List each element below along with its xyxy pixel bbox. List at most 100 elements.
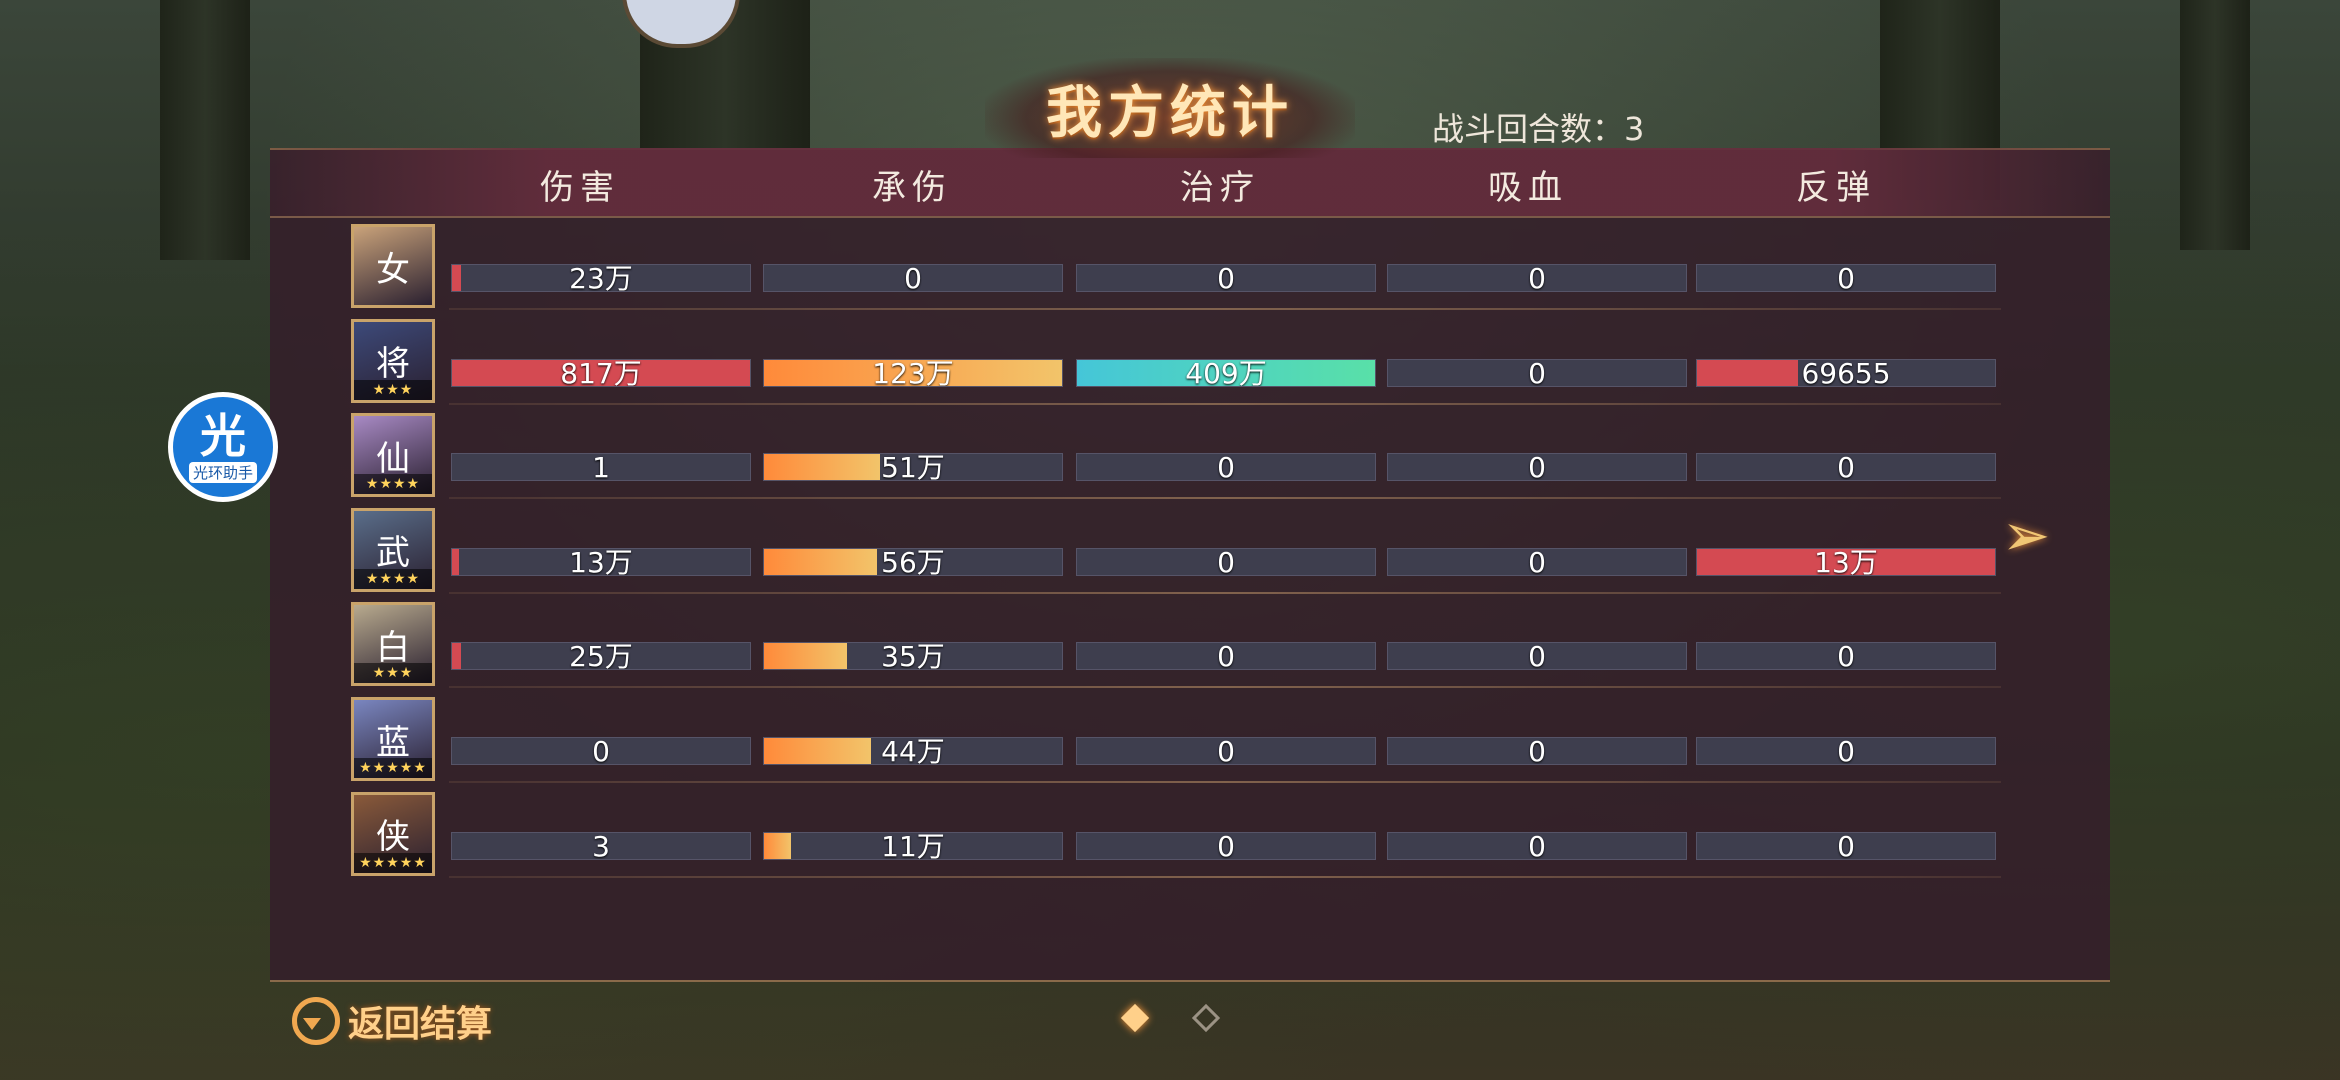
stat-bar-healing: 0	[1076, 737, 1376, 765]
background-tree	[2180, 0, 2250, 250]
hero-portrait[interactable]: 蓝 ★★★★★	[351, 697, 435, 781]
helper-icon: 光	[200, 408, 246, 463]
row-divider	[449, 402, 2001, 405]
page-title: 我方统计	[1046, 79, 1294, 146]
stat-bar-reflect: 0	[1696, 831, 1996, 860]
stat-value: 0	[1837, 831, 1855, 860]
stat-value: 0	[1528, 737, 1546, 765]
stat-value: 0	[1528, 831, 1546, 860]
return-icon	[292, 997, 340, 1045]
next-page-arrow-icon[interactable]: ➢	[1996, 500, 2056, 570]
stat-value: 0	[592, 737, 610, 765]
stat-value: 0	[904, 264, 922, 292]
stat-bar-lifesteal: 0	[1387, 453, 1687, 482]
stat-bar-reflect: 0	[1696, 264, 1996, 292]
stat-value: 409万	[1185, 358, 1267, 387]
star-rating: ★★★	[354, 663, 432, 684]
aura-helper-button[interactable]: 光 光环助手	[168, 392, 278, 502]
stat-bar-lifesteal: 0	[1387, 358, 1687, 387]
stat-value: 35万	[881, 642, 945, 671]
stat-bar-damage: 13万	[451, 547, 751, 576]
return-to-results-button[interactable]: 返回结算	[292, 994, 492, 1048]
stat-bar-healing: 0	[1076, 453, 1376, 482]
page-indicator-active[interactable]	[1120, 1003, 1150, 1033]
stat-bar-damage-taken: 44万	[763, 737, 1063, 765]
stat-value: 0	[1217, 547, 1235, 576]
background-tree	[160, 0, 250, 260]
stat-value: 0	[1528, 264, 1546, 292]
row-divider	[449, 591, 2001, 594]
stat-bar-healing: 409万	[1076, 358, 1376, 387]
hero-portrait[interactable]: 侠 ★★★★★	[351, 791, 435, 876]
hero-portrait-glyph: 女	[376, 249, 410, 290]
stat-bar-reflect: 13万	[1696, 547, 1996, 576]
stat-bar-lifesteal: 0	[1387, 264, 1687, 292]
stat-value: 25万	[569, 642, 633, 671]
stat-bar-healing: 0	[1076, 831, 1376, 860]
stat-bar-reflect: 0	[1696, 737, 1996, 765]
hero-portrait[interactable]: 将 ★★★	[351, 318, 435, 403]
stat-value: 0	[1837, 264, 1855, 292]
stat-bar-damage: 23万	[451, 264, 751, 292]
stat-value: 0	[1217, 642, 1235, 671]
stat-value: 0	[1837, 453, 1855, 482]
stat-value: 13万	[569, 547, 633, 576]
stat-bar-reflect: 0	[1696, 453, 1996, 482]
stat-bar-damage-taken: 0	[763, 264, 1063, 292]
stat-value: 0	[1217, 737, 1235, 765]
stat-bar-damage-taken: 123万	[763, 358, 1063, 387]
hero-portrait[interactable]: 白 ★★★	[351, 602, 435, 687]
stat-bar-healing: 0	[1076, 547, 1376, 576]
stat-bar-damage-taken: 51万	[763, 453, 1063, 482]
stat-value: 0	[1217, 264, 1235, 292]
stat-value: 0	[1528, 453, 1546, 482]
stat-value: 1	[592, 453, 610, 482]
stat-value: 0	[1528, 642, 1546, 671]
stat-bar-lifesteal: 0	[1387, 831, 1687, 860]
stat-value: 51万	[881, 453, 945, 482]
title-banner: 我方统计	[985, 58, 1355, 158]
stat-bar-damage-taken: 11万	[763, 831, 1063, 860]
stat-bar-damage: 25万	[451, 642, 751, 671]
hero-portrait-glyph: 白	[376, 627, 410, 668]
hero-portrait-glyph: 武	[376, 533, 410, 574]
page-indicator-inactive[interactable]	[1191, 1003, 1221, 1033]
hero-portrait-glyph: 将	[376, 344, 410, 385]
stat-bar-damage: 817万	[451, 358, 751, 387]
stat-bar-reflect: 69655	[1696, 358, 1996, 387]
stat-bar-lifesteal: 0	[1387, 642, 1687, 671]
stat-value: 3	[592, 831, 610, 860]
hero-portrait[interactable]: 女	[351, 224, 435, 308]
stat-bar-damage: 1	[451, 453, 751, 482]
stat-value: 11万	[881, 831, 945, 860]
stat-value: 0	[1528, 547, 1546, 576]
stat-value: 0	[1528, 358, 1546, 387]
star-rating: ★★★	[354, 379, 432, 400]
stat-bar-damage: 3	[451, 831, 751, 860]
hero-portrait-glyph: 仙	[376, 438, 410, 479]
hero-portrait[interactable]: 仙 ★★★★	[351, 413, 435, 498]
stat-value: 0	[1217, 831, 1235, 860]
row-divider	[449, 497, 2001, 500]
hero-portrait[interactable]: 武 ★★★★	[351, 507, 435, 592]
helper-label: 光环助手	[188, 461, 257, 483]
return-to-results-label: 返回结算	[348, 1004, 493, 1045]
star-rating: ★★★★★	[354, 852, 432, 873]
stat-value: 0	[1217, 453, 1235, 482]
star-rating: ★★★★	[354, 568, 432, 589]
row-divider	[449, 781, 2001, 783]
hero-portrait-glyph: 蓝	[376, 722, 410, 763]
stat-value: 44万	[881, 737, 945, 765]
stat-value: 0	[1837, 642, 1855, 671]
row-divider	[449, 686, 2001, 689]
star-rating: ★★★★★	[354, 758, 432, 778]
stat-value: 817万	[560, 358, 642, 387]
stat-bar-healing: 0	[1076, 642, 1376, 671]
row-divider	[449, 875, 2001, 878]
stat-bar-damage-taken: 35万	[763, 642, 1063, 671]
stat-bar-reflect: 0	[1696, 642, 1996, 671]
stat-value: 13万	[1814, 547, 1878, 576]
stat-bar-lifesteal: 0	[1387, 547, 1687, 576]
stat-bar-damage: 0	[451, 737, 751, 765]
stat-value: 56万	[881, 547, 945, 576]
